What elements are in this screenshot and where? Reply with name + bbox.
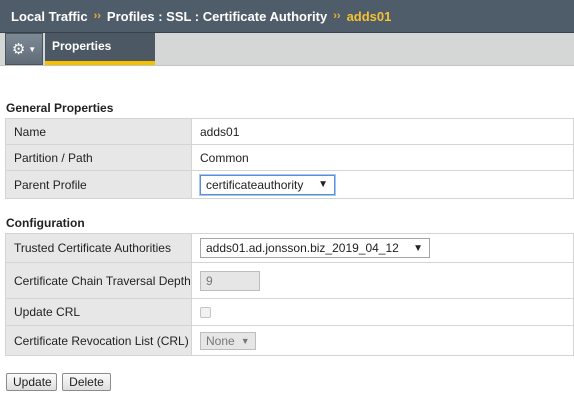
table-row: Trusted Certificate Authorities adds01.a… [5,233,574,263]
name-label: Name [5,118,192,145]
configuration-title: Configuration [6,216,85,230]
chevron-down-icon: ▼ [413,242,423,254]
table-row: Update CRL [5,298,574,326]
parent-profile-label: Parent Profile [5,170,192,199]
configuration-table: Trusted Certificate Authorities adds01.a… [5,233,574,356]
partition-value: Common [191,144,574,171]
update-crl-label: Update CRL [5,298,192,326]
chevron-down-icon: ▼ [28,44,37,54]
table-row: Name adds01 [5,118,574,145]
chain-depth-input[interactable]: 9 [200,270,260,291]
crl-value: None [206,333,235,348]
breadcrumb-item-profiles[interactable]: Profiles : SSL : Certificate Authority [107,9,327,24]
chain-depth-label: Certificate Chain Traversal Depth [5,262,192,299]
general-properties-title: General Properties [6,101,114,115]
breadcrumb-separator: ›› [93,10,101,22]
update-button[interactable]: Update [6,373,57,391]
settings-menu-button[interactable]: ⚙ ▼ [5,33,43,65]
table-row: Certificate Revocation List (CRL) None ▼ [5,325,574,356]
name-value: adds01 [191,118,574,145]
breadcrumb-separator: ›› [333,10,341,22]
parent-profile-select[interactable]: certificateauthority ▼ [200,174,335,195]
trusted-ca-value: adds01.ad.jonsson.biz_2019_04_12 [206,241,399,255]
breadcrumb-item-local-traffic[interactable]: Local Traffic [11,9,88,24]
general-properties-table: Name adds01 Partition / Path Common Pare… [5,118,574,199]
crl-label: Certificate Revocation List (CRL) [5,325,192,356]
trusted-ca-select[interactable]: adds01.ad.jonsson.biz_2019_04_12 ▼ [200,238,430,258]
trusted-ca-label: Trusted Certificate Authorities [5,233,192,263]
update-crl-checkbox[interactable] [200,307,211,319]
table-row: Partition / Path Common [5,144,574,171]
parent-profile-value: certificateauthority [206,177,304,192]
breadcrumb: Local Traffic ›› Profiles : SSL : Certif… [0,0,574,33]
gear-icon: ⚙ [11,40,26,58]
tab-bar: ⚙ ▼ Properties [0,33,574,66]
breadcrumb-current: adds01 [346,8,392,24]
tab-properties[interactable]: Properties [45,33,155,65]
partition-label: Partition / Path [5,144,192,171]
table-row: Parent Profile certificateauthority ▼ [5,170,574,199]
delete-button[interactable]: Delete [62,373,111,391]
table-row: Certificate Chain Traversal Depth 9 [5,262,574,299]
crl-select[interactable]: None ▼ [200,331,256,350]
chevron-down-icon: ▼ [318,179,328,190]
chevron-down-icon: ▼ [240,335,250,346]
